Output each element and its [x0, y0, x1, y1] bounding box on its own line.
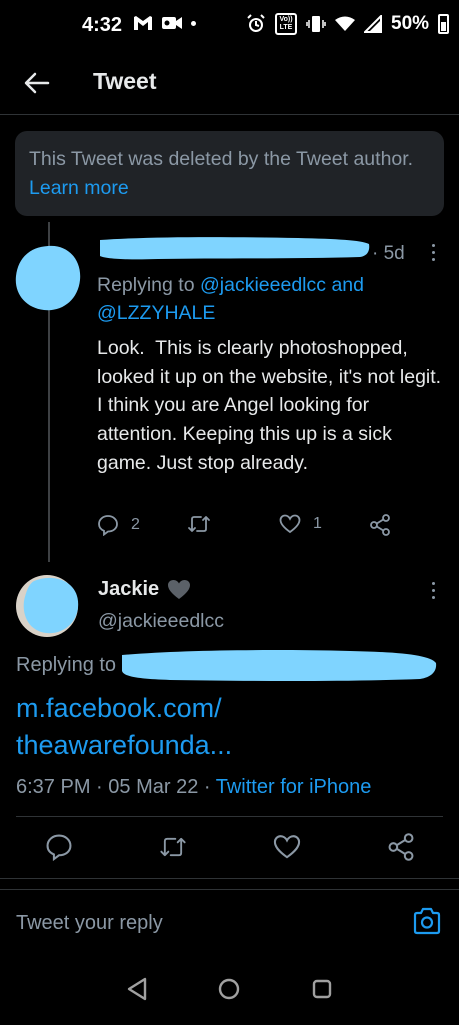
- gmail-icon: [134, 16, 152, 30]
- reply-button[interactable]: 2: [97, 514, 140, 536]
- tweet-time: 6:37 PM: [16, 776, 91, 798]
- author-avatar[interactable]: [14, 569, 84, 639]
- signal-icon: [364, 15, 382, 33]
- tweet-body-text: Look. This is clearly photoshopped, look…: [97, 337, 452, 474]
- nav-home-button[interactable]: [216, 976, 242, 1002]
- circle-home-icon: [218, 978, 240, 1000]
- comment-icon: [46, 834, 72, 861]
- deleted-notice-text: This Tweet was deleted by the Tweet auth…: [29, 148, 414, 170]
- vibrate-icon: [306, 16, 326, 32]
- action-divider: [0, 878, 459, 879]
- composer-divider: [0, 889, 459, 890]
- tweet-date: 05 Mar 22: [108, 776, 199, 798]
- share-button[interactable]: [386, 832, 416, 862]
- share-icon: [388, 833, 414, 861]
- back-button[interactable]: [20, 66, 54, 100]
- camera-button[interactable]: [412, 906, 444, 938]
- retweet-button[interactable]: [187, 514, 223, 534]
- heart-icon: [273, 835, 301, 859]
- reply-count: 2: [131, 516, 140, 533]
- retweet-icon: [188, 516, 210, 532]
- replying-to-text: Replying to @jackieeedlcc and @LZZYHALE: [97, 271, 437, 327]
- system-navigation-bar: [0, 960, 459, 1025]
- status-system-icons: Vo)) LTE 50%: [246, 13, 450, 35]
- main-tweet-action-bar: [0, 830, 459, 866]
- comment-icon: [98, 515, 118, 536]
- meta-divider: [16, 816, 443, 817]
- retweet-button[interactable]: [158, 832, 188, 862]
- more-options-button[interactable]: [426, 582, 440, 606]
- deleted-tweet-notice: This Tweet was deleted by the Tweet auth…: [15, 131, 444, 216]
- more-options-button[interactable]: [426, 244, 440, 268]
- replying-prefix: Replying to: [97, 274, 195, 296]
- alarm-icon: [247, 14, 265, 32]
- redacted-avatar[interactable]: [10, 240, 86, 316]
- share-icon: [370, 514, 390, 536]
- like-count: 1: [313, 515, 322, 532]
- share-button[interactable]: [369, 514, 391, 536]
- header-divider: [0, 114, 459, 115]
- arrow-left-icon: [24, 72, 50, 94]
- facebook-link[interactable]: m.facebook.com/ theawarefounda...: [16, 690, 436, 764]
- square-recents-icon: [312, 979, 332, 999]
- nav-back-button[interactable]: [124, 976, 150, 1002]
- redacted-username: [100, 237, 370, 260]
- author-name-text: Jackie: [98, 578, 160, 600]
- notification-dot-icon: [191, 20, 196, 26]
- mention-and: and: [331, 274, 364, 296]
- camera-icon: [413, 907, 441, 935]
- reply-button[interactable]: [44, 832, 74, 862]
- author-handle[interactable]: @jackieeedlcc: [98, 610, 224, 633]
- heart-icon: [279, 514, 301, 534]
- battery-icon: [438, 14, 450, 34]
- status-time: 4:32: [82, 14, 123, 36]
- app-header: Tweet: [0, 52, 459, 114]
- tweet-time-ago: · 5d: [372, 243, 405, 264]
- replying-to-prefix: Replying to: [16, 654, 117, 676]
- like-button[interactable]: [272, 832, 302, 862]
- like-button[interactable]: 1: [279, 514, 322, 534]
- status-bar: 4:32 Vo)) LTE 50%: [0, 0, 459, 52]
- volte-icon: Vo)) LTE: [275, 13, 297, 35]
- status-notification-icons: [133, 15, 196, 31]
- tweet-action-bar: 2 1: [97, 514, 397, 544]
- tweet-meta: 6:37 PM · 05 Mar 22 · Twitter for iPhone: [16, 776, 372, 798]
- triangle-back-icon: [127, 977, 147, 1001]
- tweet-source-link[interactable]: Twitter for iPhone: [216, 776, 372, 798]
- redacted-reply-target: [122, 650, 437, 681]
- nav-recents-button[interactable]: [309, 976, 335, 1002]
- mention-link-lzzyhale[interactable]: @LZZYHALE: [97, 302, 215, 324]
- mention-link-jackieeedlcc[interactable]: @jackieeedlcc: [200, 274, 326, 296]
- video-icon: [162, 17, 182, 29]
- author-name[interactable]: Jackie: [98, 578, 191, 601]
- page-title: Tweet: [93, 68, 157, 94]
- retweet-icon: [160, 837, 186, 857]
- heart-emoji-icon: [168, 579, 191, 599]
- battery-percentage: 50%: [391, 13, 430, 34]
- learn-more-link[interactable]: Learn more: [29, 177, 129, 199]
- wifi-icon: [335, 16, 355, 31]
- reply-input[interactable]: [16, 906, 396, 940]
